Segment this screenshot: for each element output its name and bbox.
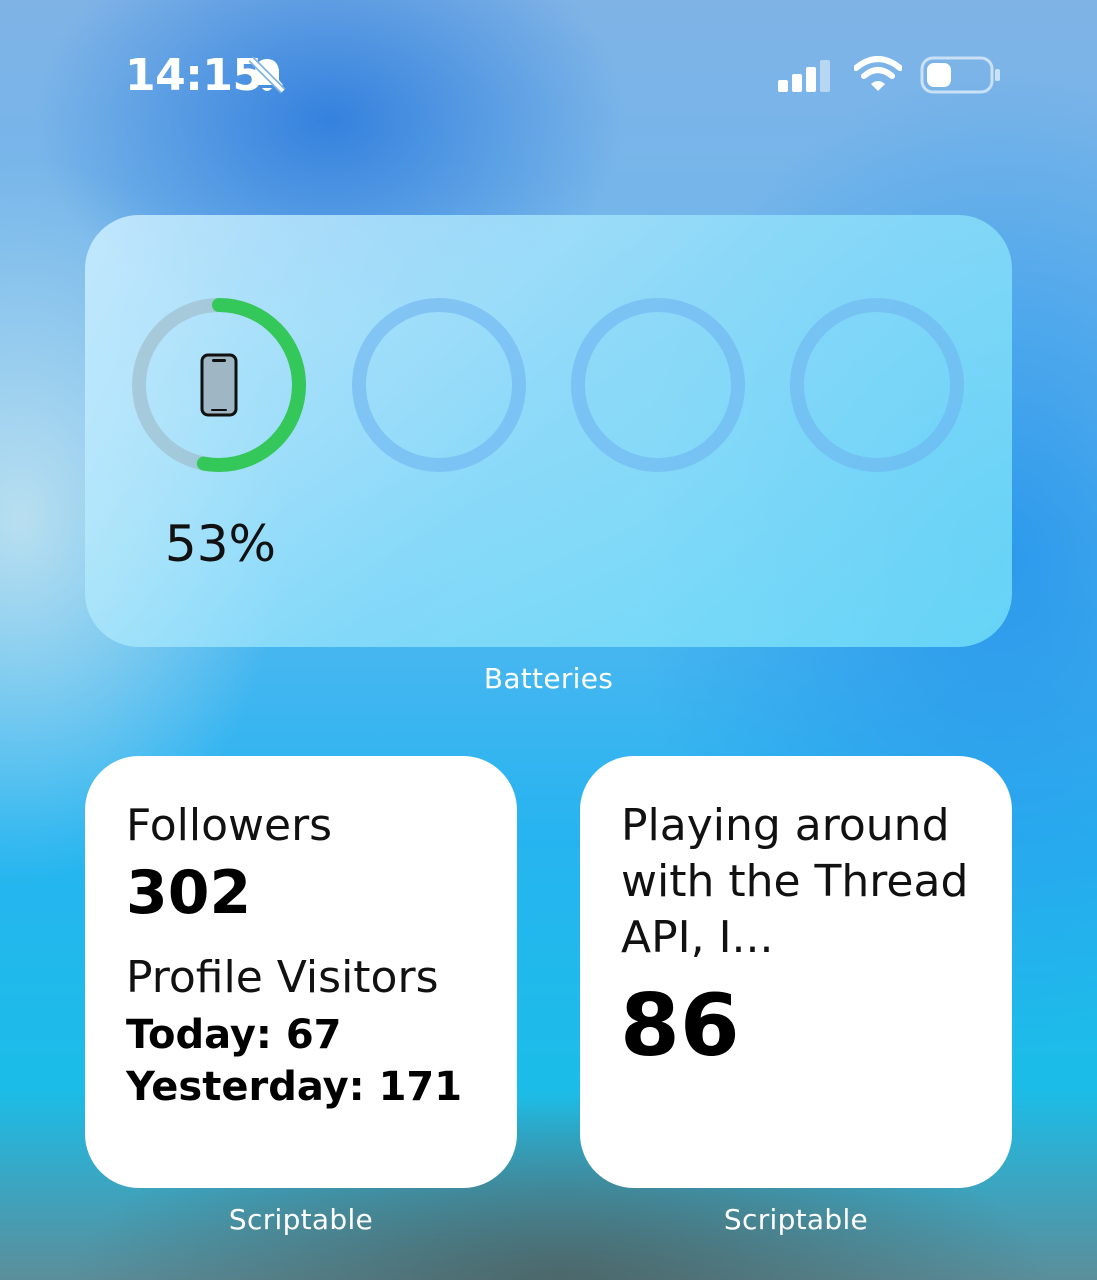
visitors-yesterday: Yesterday: 171 (126, 1064, 463, 1110)
cellular-signal-icon (778, 60, 830, 92)
battery-icon (920, 56, 1000, 94)
profile-visitors-label: Profile Visitors (126, 952, 439, 1003)
followers-label: Followers (126, 800, 333, 851)
batteries-widget-caption: Batteries (483, 662, 614, 695)
post-widget-caption: Scriptable (723, 1203, 869, 1236)
batteries-widget[interactable]: 53% (85, 215, 1012, 647)
followers-widget[interactable]: Followers 302 Profile Visitors Today: 67… (85, 756, 517, 1188)
device-battery-ring (132, 298, 306, 472)
post-value: 86 (620, 976, 740, 1076)
visitors-today: Today: 67 (126, 1012, 342, 1058)
followers-value: 302 (126, 858, 252, 928)
battery-percent: 53% (164, 515, 277, 573)
post-widget[interactable]: Playing around with the Thread API, I...… (580, 756, 1012, 1188)
followers-widget-caption: Scriptable (228, 1203, 374, 1236)
empty-battery-slot (571, 298, 745, 472)
status-bar: 14:15 (0, 0, 1097, 150)
empty-battery-slot (352, 298, 526, 472)
wifi-icon (854, 56, 902, 91)
iphone-icon (200, 353, 238, 417)
post-title: Playing around with the Thread API, I... (621, 800, 969, 963)
bell-slash-icon (248, 56, 286, 94)
empty-battery-slot (790, 298, 964, 472)
status-time: 14:15 (125, 50, 263, 101)
